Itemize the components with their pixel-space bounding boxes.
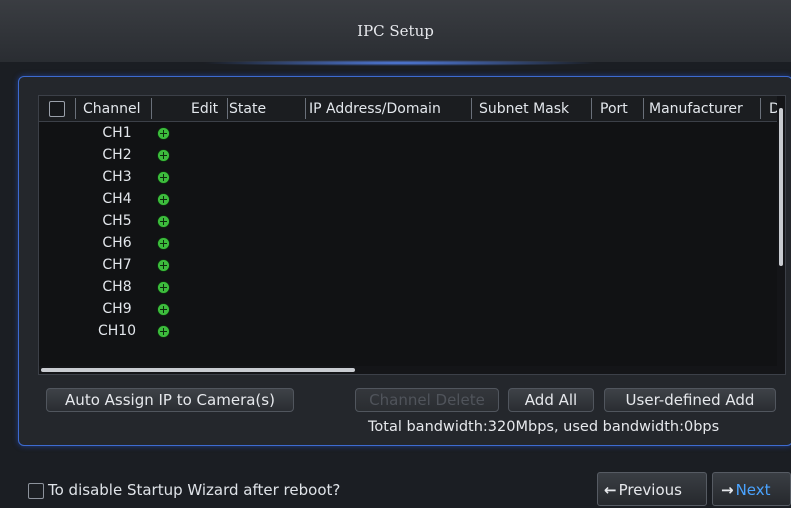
col-separator (75, 98, 76, 119)
arrow-left-icon: ← (604, 481, 617, 499)
add-channel-icon[interactable] (158, 216, 169, 227)
next-label: Next (735, 481, 771, 499)
table-row[interactable]: CH2 (39, 144, 785, 166)
col-separator (227, 98, 228, 119)
col-header-manufacturer[interactable]: Manufacturer (649, 96, 743, 121)
col-header-channel[interactable]: Channel (83, 96, 140, 121)
table-header: Channel Edit State IP Address/Domain Sub… (39, 96, 785, 122)
add-channel-icon[interactable] (158, 150, 169, 161)
channel-label: CH7 (102, 257, 132, 273)
add-channel-icon[interactable] (158, 326, 169, 337)
table-row[interactable]: CH7 (39, 254, 785, 276)
add-channel-icon[interactable] (158, 304, 169, 315)
disable-wizard-checkbox[interactable] (28, 483, 44, 499)
user-defined-add-button[interactable]: User-defined Add (604, 388, 776, 412)
col-separator (643, 98, 644, 119)
col-header-edit[interactable]: Edit (191, 96, 218, 121)
table-row[interactable]: CH9 (39, 298, 785, 320)
channel-label: CH2 (102, 147, 132, 163)
channel-label: CH6 (102, 235, 132, 251)
table-row[interactable]: CH1 (39, 122, 785, 144)
add-channel-icon[interactable] (158, 172, 169, 183)
title-glow (200, 60, 600, 66)
previous-label: Previous (618, 481, 682, 499)
channel-label: CH10 (97, 323, 137, 339)
horizontal-scrollbar[interactable] (39, 366, 777, 374)
add-channel-icon[interactable] (158, 238, 169, 249)
channel-label: CH8 (102, 279, 132, 295)
col-separator (151, 98, 152, 119)
add-all-button[interactable]: Add All (508, 388, 594, 412)
next-button[interactable]: → Next (712, 472, 791, 506)
channel-label: CH4 (102, 191, 132, 207)
vertical-scroll-thumb[interactable] (779, 108, 783, 266)
col-header-ip[interactable]: IP Address/Domain (309, 96, 441, 121)
previous-button[interactable]: ← Previous (597, 472, 707, 506)
table-row[interactable]: CH4 (39, 188, 785, 210)
col-header-state[interactable]: State (229, 96, 266, 121)
table-row[interactable]: CH5 (39, 210, 785, 232)
add-channel-icon[interactable] (158, 260, 169, 271)
window-title: IPC Setup (357, 22, 434, 40)
table-row[interactable]: CH6 (39, 232, 785, 254)
channel-delete-button[interactable]: Channel Delete (355, 388, 499, 412)
channel-label: CH3 (102, 169, 132, 185)
table-row[interactable]: CH8 (39, 276, 785, 298)
add-channel-icon[interactable] (158, 194, 169, 205)
table-row[interactable]: CH3 (39, 166, 785, 188)
channel-table: Channel Edit State IP Address/Domain Sub… (38, 95, 786, 375)
auto-assign-ip-button[interactable]: Auto Assign IP to Camera(s) (46, 388, 294, 412)
table-row[interactable]: CH10 (39, 320, 785, 342)
channel-label: CH9 (102, 301, 132, 317)
arrow-right-icon: → (721, 481, 734, 499)
channel-label: CH1 (102, 125, 132, 141)
add-channel-icon[interactable] (158, 128, 169, 139)
disable-wizard-label: To disable Startup Wizard after reboot? (48, 481, 341, 499)
col-separator (760, 98, 761, 119)
col-separator (471, 98, 472, 119)
col-separator (305, 98, 306, 119)
bandwidth-status: Total bandwidth:320Mbps, used bandwidth:… (368, 419, 720, 435)
select-all-checkbox[interactable] (49, 101, 65, 117)
vertical-scrollbar[interactable] (777, 96, 785, 374)
col-header-subnet[interactable]: Subnet Mask (479, 96, 569, 121)
col-header-port[interactable]: Port (600, 96, 628, 121)
add-channel-icon[interactable] (158, 282, 169, 293)
horizontal-scroll-thumb[interactable] (41, 368, 355, 372)
col-separator (591, 98, 592, 119)
channel-label: CH5 (102, 213, 132, 229)
